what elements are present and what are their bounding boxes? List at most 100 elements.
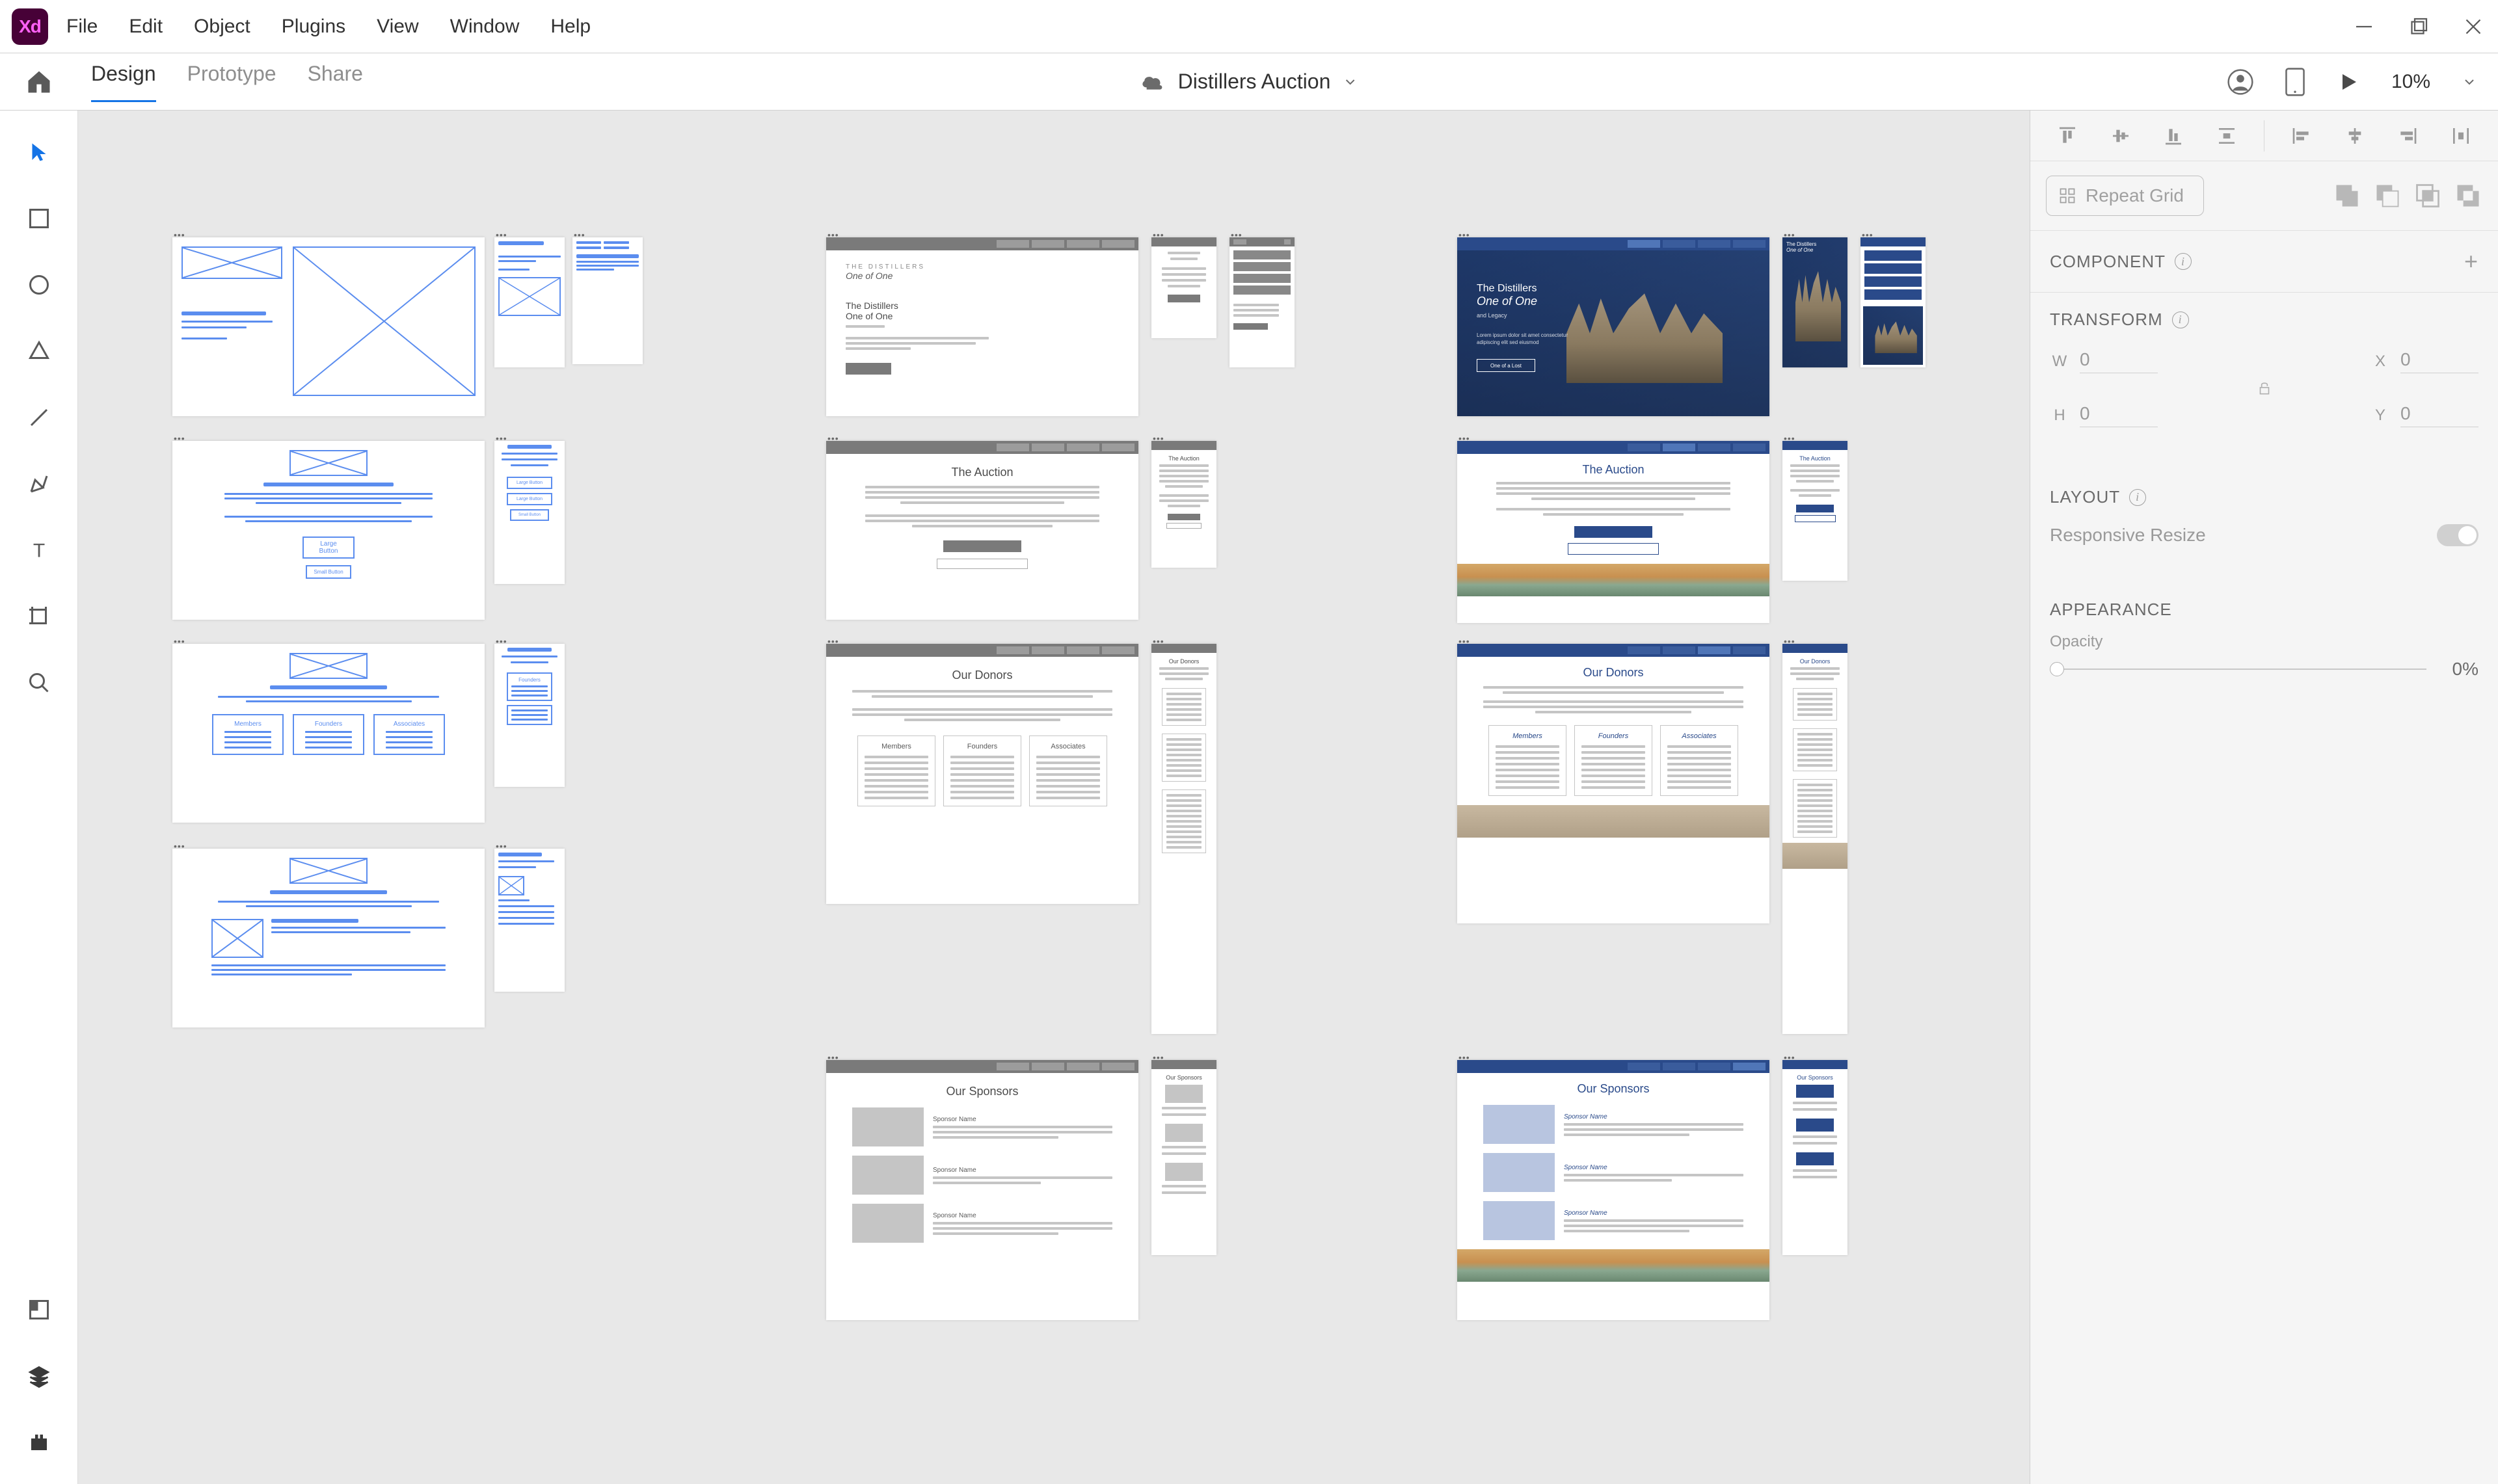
- menu-file[interactable]: File: [66, 16, 98, 38]
- artboard-handle[interactable]: [1153, 433, 1166, 437]
- opacity-value[interactable]: 0%: [2439, 659, 2478, 680]
- height-input[interactable]: 0: [2080, 403, 2158, 427]
- artboard[interactable]: Our Donors Members Founders Associates: [826, 644, 1138, 904]
- distribute-v-icon[interactable]: [2214, 123, 2240, 149]
- chevron-down-icon[interactable]: [2462, 74, 2477, 90]
- assets-panel[interactable]: [23, 1294, 55, 1325]
- boolean-exclude-icon[interactable]: [2454, 181, 2482, 210]
- rectangle-tool[interactable]: [23, 203, 55, 234]
- artboard-handle[interactable]: [174, 636, 187, 640]
- y-input[interactable]: 0: [2400, 403, 2478, 427]
- artboard-handle[interactable]: [574, 230, 587, 233]
- info-icon[interactable]: i: [2172, 311, 2189, 328]
- artboard[interactable]: The Auction: [1457, 441, 1769, 623]
- repeat-grid-button[interactable]: Repeat Grid: [2046, 176, 2204, 216]
- artboard-handle[interactable]: [496, 433, 509, 437]
- boolean-subtract-icon[interactable]: [2373, 181, 2402, 210]
- align-top-icon[interactable]: [2054, 123, 2080, 149]
- artboard[interactable]: [494, 237, 565, 367]
- line-tool[interactable]: [23, 402, 55, 433]
- tab-share[interactable]: Share: [308, 62, 363, 102]
- artboard-handle[interactable]: [1784, 433, 1797, 437]
- artboard-handle[interactable]: [1458, 433, 1471, 437]
- info-icon[interactable]: i: [2175, 253, 2192, 270]
- play-button[interactable]: [2337, 70, 2360, 94]
- artboard[interactable]: Members Founders Associates: [172, 644, 485, 823]
- x-input[interactable]: 0: [2400, 349, 2478, 373]
- menu-plugins[interactable]: Plugins: [282, 16, 345, 38]
- artboard[interactable]: Large Button Small Button: [172, 441, 485, 620]
- artboard[interactable]: Founders: [494, 644, 565, 787]
- artboard-handle[interactable]: [1784, 1052, 1797, 1056]
- artboard[interactable]: [1229, 237, 1295, 367]
- artboard[interactable]: [1860, 237, 1926, 367]
- distribute-h-icon[interactable]: [2448, 123, 2474, 149]
- artboard[interactable]: Our Sponsors Sponsor Name Sponsor Name S…: [1457, 1060, 1769, 1320]
- artboard-handle[interactable]: [827, 1052, 840, 1056]
- artboard-handle[interactable]: [1231, 230, 1244, 233]
- artboard[interactable]: Our Donors: [1151, 644, 1216, 1034]
- align-hcenter-icon[interactable]: [2342, 123, 2368, 149]
- artboard[interactable]: Our Sponsors: [1782, 1060, 1847, 1255]
- artboard-handle[interactable]: [1153, 230, 1166, 233]
- canvas[interactable]: Large Button Small Button Large Button L…: [78, 111, 2030, 1484]
- pen-tool[interactable]: [23, 468, 55, 499]
- responsive-resize-toggle[interactable]: [2437, 524, 2478, 546]
- artboard[interactable]: [1151, 237, 1216, 338]
- menu-view[interactable]: View: [377, 16, 418, 38]
- artboard[interactable]: Our Donors: [1782, 644, 1847, 1034]
- artboard[interactable]: Our Sponsors Sponsor Name Sponsor Name S…: [826, 1060, 1138, 1320]
- artboard[interactable]: [572, 237, 643, 364]
- tab-design[interactable]: Design: [91, 62, 156, 102]
- layers-panel[interactable]: [23, 1360, 55, 1392]
- close-button[interactable]: [2462, 15, 2485, 38]
- artboard-handle[interactable]: [1458, 1052, 1471, 1056]
- artboard-handle[interactable]: [1458, 230, 1471, 233]
- artboard[interactable]: THE DISTILLERS One of One The Distillers…: [826, 237, 1138, 416]
- artboard-handle[interactable]: [174, 230, 187, 233]
- artboard-handle[interactable]: [1784, 230, 1797, 233]
- artboard-handle[interactable]: [496, 841, 509, 845]
- info-icon[interactable]: i: [2129, 489, 2146, 506]
- boolean-add-icon[interactable]: [2333, 181, 2361, 210]
- artboard[interactable]: The Auction: [826, 441, 1138, 620]
- lock-icon[interactable]: [2256, 380, 2273, 397]
- artboard[interactable]: The Distillers One of One: [1782, 237, 1847, 367]
- artboard-handle[interactable]: [1458, 636, 1471, 640]
- artboard[interactable]: Our Donors Members Founders Associates: [1457, 644, 1769, 923]
- tab-prototype[interactable]: Prototype: [187, 62, 276, 102]
- menu-window[interactable]: Window: [450, 16, 520, 38]
- align-right-icon[interactable]: [2395, 123, 2421, 149]
- text-tool[interactable]: T: [23, 535, 55, 566]
- maximize-button[interactable]: [2407, 15, 2430, 38]
- menu-object[interactable]: Object: [194, 16, 250, 38]
- artboard[interactable]: [172, 237, 485, 416]
- menu-help[interactable]: Help: [550, 16, 591, 38]
- artboard-tool[interactable]: [23, 601, 55, 632]
- mobile-preview-button[interactable]: [2285, 68, 2305, 96]
- polygon-tool[interactable]: [23, 336, 55, 367]
- align-vcenter-icon[interactable]: [2108, 123, 2134, 149]
- ellipse-tool[interactable]: [23, 269, 55, 300]
- artboard-handle[interactable]: [496, 230, 509, 233]
- align-bottom-icon[interactable]: [2160, 123, 2186, 149]
- minimize-button[interactable]: [2352, 15, 2376, 38]
- artboard[interactable]: [172, 849, 485, 1027]
- artboard[interactable]: The Auction: [1151, 441, 1216, 568]
- artboard-handle[interactable]: [1784, 636, 1797, 640]
- plugins-panel[interactable]: [23, 1427, 55, 1458]
- artboard-handle[interactable]: [174, 841, 187, 845]
- zoom-value[interactable]: 10%: [2391, 71, 2430, 93]
- artboard-handle[interactable]: [1153, 636, 1166, 640]
- artboard-handle[interactable]: [174, 433, 187, 437]
- boolean-intersect-icon[interactable]: [2413, 181, 2442, 210]
- artboard[interactable]: The Distillers One of One and Legacy Lor…: [1457, 237, 1769, 416]
- artboard[interactable]: The Auction: [1782, 441, 1847, 581]
- opacity-slider[interactable]: [2050, 669, 2426, 670]
- document-title-area[interactable]: Distillers Auction: [1140, 70, 1358, 94]
- artboard[interactable]: Large Button Large Button Small Button: [494, 441, 565, 584]
- home-button[interactable]: [0, 68, 78, 96]
- align-left-icon[interactable]: [2289, 123, 2315, 149]
- artboard-handle[interactable]: [827, 230, 840, 233]
- artboard-handle[interactable]: [827, 433, 840, 437]
